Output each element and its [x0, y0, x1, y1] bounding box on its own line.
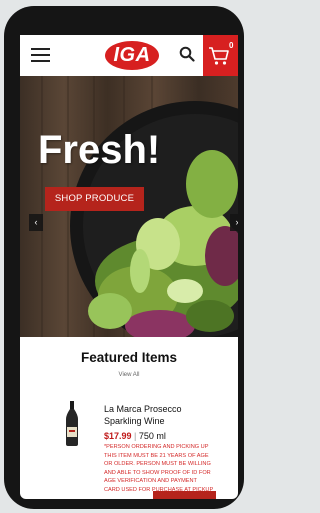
phone-frame: IGA 0 Fresh! SHOP PRODUCE ‹ Featured Ite…: [4, 6, 244, 509]
hero-title: Fresh!: [38, 128, 161, 172]
product-price: $17.99: [104, 431, 132, 441]
shop-produce-button[interactable]: SHOP PRODUCE: [45, 187, 144, 211]
cart-count-badge: 0: [229, 41, 234, 50]
iga-logo[interactable]: IGA: [103, 39, 161, 72]
featured-items-heading: Featured Items: [80, 350, 178, 365]
product-name[interactable]: La Marca Prosecco Sparkling Wine: [104, 403, 204, 427]
cart-button[interactable]: 0: [203, 35, 238, 76]
hero-banner: Fresh! SHOP PRODUCE ‹ ›: [20, 76, 238, 337]
product-price-size: $17.99 | 750 ml: [104, 431, 166, 441]
shopping-cart-icon: [209, 47, 229, 65]
add-to-cart-button[interactable]: [153, 491, 216, 499]
carousel-prev-button[interactable]: ‹: [29, 214, 43, 231]
price-size-separator: |: [134, 431, 137, 441]
age-verification-notice: *PERSON ORDERING AND PICKING UP THIS ITE…: [104, 444, 214, 493]
hamburger-menu-icon[interactable]: [31, 48, 50, 62]
search-icon[interactable]: [179, 46, 195, 62]
carousel-next-button[interactable]: ›: [230, 214, 238, 231]
wine-bottle-image[interactable]: [64, 401, 80, 446]
product-size: 750 ml: [138, 431, 166, 441]
view-all-link[interactable]: View All: [20, 372, 238, 378]
logo-text: IGA: [113, 44, 151, 66]
app-screen: IGA 0 Fresh! SHOP PRODUCE ‹ Featured Ite…: [20, 35, 238, 499]
top-navigation-bar: IGA 0: [20, 35, 238, 76]
